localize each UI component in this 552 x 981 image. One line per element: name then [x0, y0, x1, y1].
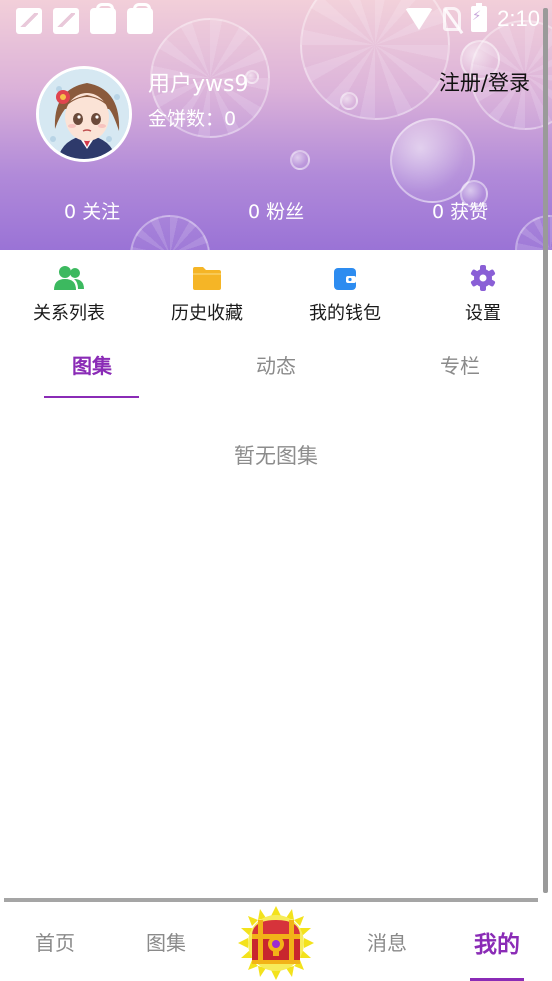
- content-tabs: 图集 动态 专栏: [0, 350, 552, 400]
- avatar[interactable]: [36, 66, 132, 162]
- folder-icon: [192, 265, 222, 291]
- wallet-icon: [330, 265, 360, 291]
- image-icon: [53, 8, 79, 34]
- bottom-nav-divider: [4, 898, 538, 902]
- tab-albums[interactable]: 图集: [42, 350, 142, 379]
- gear-icon: [468, 265, 498, 291]
- battery-charging-icon: [471, 3, 488, 32]
- shopping-bag-icon: [90, 3, 116, 34]
- quick-menu-settings[interactable]: 设置: [428, 265, 538, 325]
- quick-menu-wallet[interactable]: 我的钱包: [290, 265, 400, 325]
- quick-menu-history[interactable]: 历史收藏: [152, 265, 262, 325]
- status-time: 2:10: [497, 6, 540, 31]
- tab-columns[interactable]: 专栏: [410, 350, 510, 379]
- status-bar: 2:10: [0, 0, 552, 40]
- username: 用户yws9: [148, 72, 249, 97]
- coin-count: 金饼数：0: [148, 108, 237, 130]
- nav-mine[interactable]: 我的: [452, 925, 542, 959]
- tab-moments[interactable]: 动态: [226, 350, 326, 379]
- bubble-decoration: [290, 150, 310, 170]
- image-icon: [16, 8, 42, 34]
- bottom-nav: 首页 图集 消息 我的: [0, 905, 552, 981]
- quick-menu-relationships[interactable]: 关系列表: [14, 265, 124, 325]
- nav-albums[interactable]: 图集: [121, 927, 211, 956]
- treasure-chest-icon: [238, 906, 314, 980]
- empty-state-text: 暂无图集: [234, 444, 318, 468]
- nav-home[interactable]: 首页: [10, 927, 100, 956]
- fans-count[interactable]: 0 粉丝: [248, 197, 304, 224]
- quick-menu-label: 我的钱包: [309, 303, 381, 324]
- quick-menu: 关系列表 历史收藏 我的钱包 设置: [0, 265, 552, 325]
- no-sim-icon: [443, 7, 462, 31]
- quick-menu-label: 历史收藏: [171, 303, 243, 324]
- likes-count[interactable]: 0 获赞: [432, 197, 488, 224]
- people-icon: [54, 265, 84, 291]
- following-count[interactable]: 0 关注: [64, 197, 120, 224]
- shopping-bag-icon: [127, 3, 153, 34]
- profile-stats: 0 关注 0 粉丝 0 获赞: [0, 197, 552, 225]
- nav-treasure-chest[interactable]: [238, 906, 314, 980]
- wifi-icon: [405, 8, 434, 30]
- quick-menu-label: 关系列表: [33, 303, 105, 324]
- scrollbar[interactable]: [543, 8, 548, 893]
- bubble-decoration: [340, 92, 358, 110]
- nav-messages[interactable]: 消息: [342, 927, 432, 956]
- quick-menu-label: 设置: [465, 303, 501, 324]
- login-register-link[interactable]: 注册/登录: [439, 67, 530, 97]
- active-tab-indicator: [44, 396, 139, 398]
